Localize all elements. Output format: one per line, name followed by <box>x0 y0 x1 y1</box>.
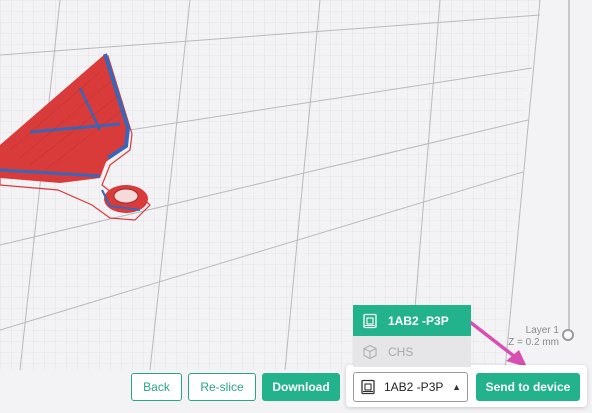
printer-icon <box>360 379 376 395</box>
device-menu-item-chs: CHS <box>353 336 471 367</box>
layer-slider-handle[interactable] <box>562 329 574 341</box>
reslice-button[interactable]: Re-slice <box>188 373 256 401</box>
back-button[interactable]: Back <box>131 373 182 401</box>
download-button[interactable]: Download <box>262 373 340 401</box>
layer-name: Layer 1 <box>525 325 559 336</box>
device-select-label: 1AB2 -P3P <box>384 380 444 394</box>
caret-up-icon: ▲ <box>452 382 461 392</box>
device-menu-item-1ab2[interactable]: 1AB2 -P3P <box>353 305 471 336</box>
layer-slider-track[interactable] <box>568 0 570 336</box>
printer-icon <box>362 313 378 329</box>
device-dropdown-menu: 1AB2 -P3P CHS <box>353 305 471 367</box>
device-select[interactable]: 1AB2 -P3P ▲ <box>353 372 468 402</box>
layer-z-readout: Z = 0.2 mm <box>508 337 559 348</box>
device-menu-label: CHS <box>388 344 414 359</box>
send-to-device-button[interactable]: Send to device <box>476 373 580 401</box>
cube-icon <box>362 344 378 360</box>
device-menu-label: 1AB2 -P3P <box>388 313 449 328</box>
build-plate-viewport[interactable] <box>0 0 592 413</box>
